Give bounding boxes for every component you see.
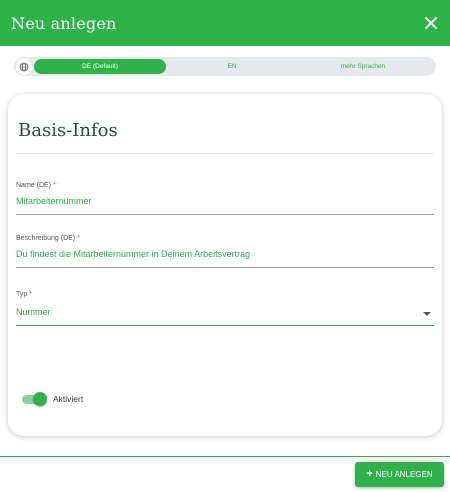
tab-more-languages[interactable]: mehr Sprachen [298,59,428,74]
language-switcher: DE (Default) EN mehr Sprachen [14,57,436,76]
toggle-switch[interactable] [22,392,47,406]
description-input[interactable]: Du findest die Mitarbeiternummer in Dein… [16,249,434,262]
dialog-title: Neu anlegen [11,13,117,33]
plus-icon: + [366,468,373,480]
description-field-label: Beschreibung (DE) * [16,235,434,242]
type-field-underline [16,325,434,326]
basis-info-card: Basis-Infos Name (DE) * Mitarbeiternummer… [8,94,442,436]
dialog-header: Neu anlegen [0,0,450,46]
type-select[interactable]: Nummer [16,307,434,320]
footer-divider [0,456,450,457]
type-field[interactable]: Typ * Nummer [16,291,434,326]
description-field[interactable]: Beschreibung (DE) * Du findest die Mitarb… [16,235,434,268]
type-field-label: Typ * [16,291,434,298]
card-title: Basis-Infos [18,120,118,141]
activated-toggle[interactable]: Aktiviert [22,392,84,406]
toggle-knob [33,392,47,406]
name-field-underline [16,214,434,215]
type-label-text: Typ [16,291,28,298]
chevron-down-icon[interactable] [423,311,431,316]
name-input[interactable]: Mitarbeiternummer [16,196,434,209]
globe-icon-graphic [19,62,29,71]
required-mark: * [53,182,56,189]
close-icon[interactable] [422,14,440,32]
toggle-label: Aktiviert [53,394,84,404]
description-label-text: Beschreibung (DE) [16,235,76,242]
create-button[interactable]: + NEU ANLEGEN [355,462,444,487]
card-divider [16,153,434,154]
globe-icon [16,58,32,75]
create-button-label: NEU ANLEGEN [375,470,433,479]
required-mark: * [77,235,80,242]
name-field[interactable]: Name (DE) * Mitarbeiternummer [16,182,434,215]
tab-en[interactable]: EN [166,59,298,74]
description-field-underline [16,267,434,268]
name-label-text: Name (DE) [16,182,52,189]
type-select-value: Nummer [16,307,51,317]
name-field-label: Name (DE) * [16,182,434,189]
required-mark: * [29,291,33,298]
tab-de-default[interactable]: DE (Default) [34,59,166,74]
